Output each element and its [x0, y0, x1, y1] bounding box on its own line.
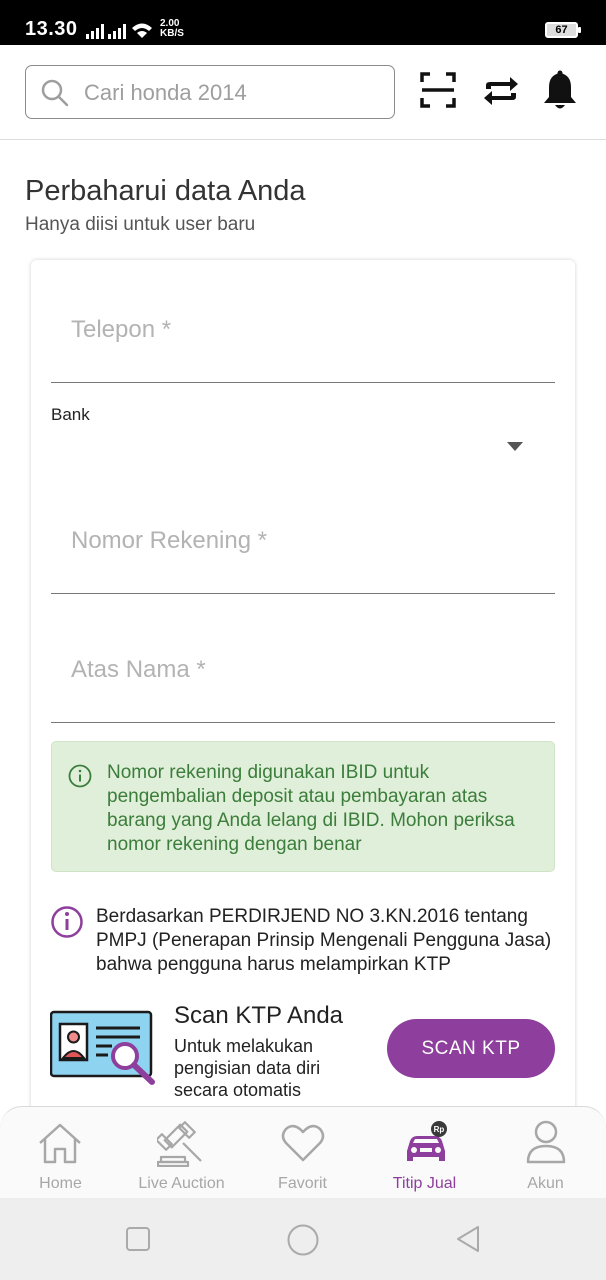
system-navigation-bar: [0, 1198, 606, 1280]
nav-label-akun: Akun: [527, 1175, 564, 1192]
info-icon: [51, 906, 83, 938]
nav-label-titip-jual: Titip Jual: [392, 1175, 457, 1192]
home-icon: [39, 1123, 81, 1164]
account-name-field[interactable]: Atas Nama *: [51, 640, 555, 723]
account-number-field[interactable]: Nomor Rekening *: [51, 510, 555, 594]
phone-placeholder: Telepon *: [71, 316, 172, 343]
status-bar: 13.30 2.00 KB/S 67: [0, 0, 606, 45]
search-input[interactable]: Cari honda 2014: [25, 65, 395, 119]
form-card: Telepon * Bank Nomor Rekening * Atas Nam…: [31, 260, 575, 1160]
search-placeholder: Cari honda 2014: [84, 80, 247, 105]
id-card-scan-icon: [50, 1010, 155, 1085]
swap-icon[interactable]: [482, 75, 520, 107]
signal-wifi-icon: [86, 23, 152, 39]
nav-item-akun[interactable]: Akun: [485, 1107, 606, 1199]
nav-item-titip-jual[interactable]: Rp Titip Jual: [364, 1107, 485, 1199]
nav-label-live-auction: Live Auction: [138, 1175, 225, 1192]
status-time: 13.30: [25, 18, 78, 40]
bottom-navigation: Home Live Auction Favorit Rp Titip Jual …: [0, 1106, 606, 1198]
heart-icon: [281, 1124, 325, 1162]
search-icon: [41, 79, 69, 107]
scan-ktp-title: Scan KTP Anda: [174, 1002, 344, 1029]
bank-select[interactable]: [51, 425, 555, 470]
bell-icon[interactable]: [542, 70, 578, 112]
gavel-icon: [157, 1121, 202, 1167]
account-info-alert: Nomor rekening digunakan IBID untuk peng…: [51, 741, 555, 872]
page-title: Perbaharui data Anda: [25, 175, 306, 207]
recent-apps-icon[interactable]: [125, 1226, 151, 1252]
nav-item-favorit[interactable]: Favorit: [242, 1107, 363, 1199]
nav-label-home: Home: [39, 1175, 82, 1192]
nav-item-home[interactable]: Home: [0, 1107, 121, 1199]
person-icon: [526, 1120, 566, 1164]
home-button-icon[interactable]: [286, 1223, 320, 1257]
nav-item-live-auction[interactable]: Live Auction: [121, 1107, 242, 1199]
page-subtitle: Hanya diisi untuk user baru: [25, 214, 256, 235]
scan-ktp-description: Untuk melakukan pengisian data diri seca…: [174, 1036, 321, 1100]
network-speed: 2.00 KB/S: [160, 19, 184, 39]
app-header: Cari honda 2014: [0, 45, 606, 140]
phone-field[interactable]: Telepon *: [51, 300, 555, 383]
regulation-info-text: Berdasarkan PERDIRJEND NO 3.KN.2016 tent…: [96, 906, 552, 975]
nav-label-favorit: Favorit: [278, 1175, 327, 1192]
svg-text:Rp: Rp: [434, 1125, 445, 1134]
car-rp-icon: Rp: [407, 1121, 447, 1161]
chevron-down-icon[interactable]: [507, 442, 523, 451]
scan-ktp-button[interactable]: SCAN KTP: [387, 1019, 555, 1078]
scan-icon[interactable]: [420, 72, 456, 108]
account-name-placeholder: Atas Nama *: [71, 656, 206, 683]
battery-icon: 67: [545, 22, 581, 38]
account-number-placeholder: Nomor Rekening *: [71, 527, 268, 554]
bank-label: Bank: [51, 405, 90, 424]
account-info-text: Nomor rekening digunakan IBID untuk peng…: [107, 762, 515, 855]
info-icon: [68, 764, 92, 788]
back-icon[interactable]: [454, 1224, 482, 1254]
network-speed-unit: KB/S: [160, 28, 184, 39]
